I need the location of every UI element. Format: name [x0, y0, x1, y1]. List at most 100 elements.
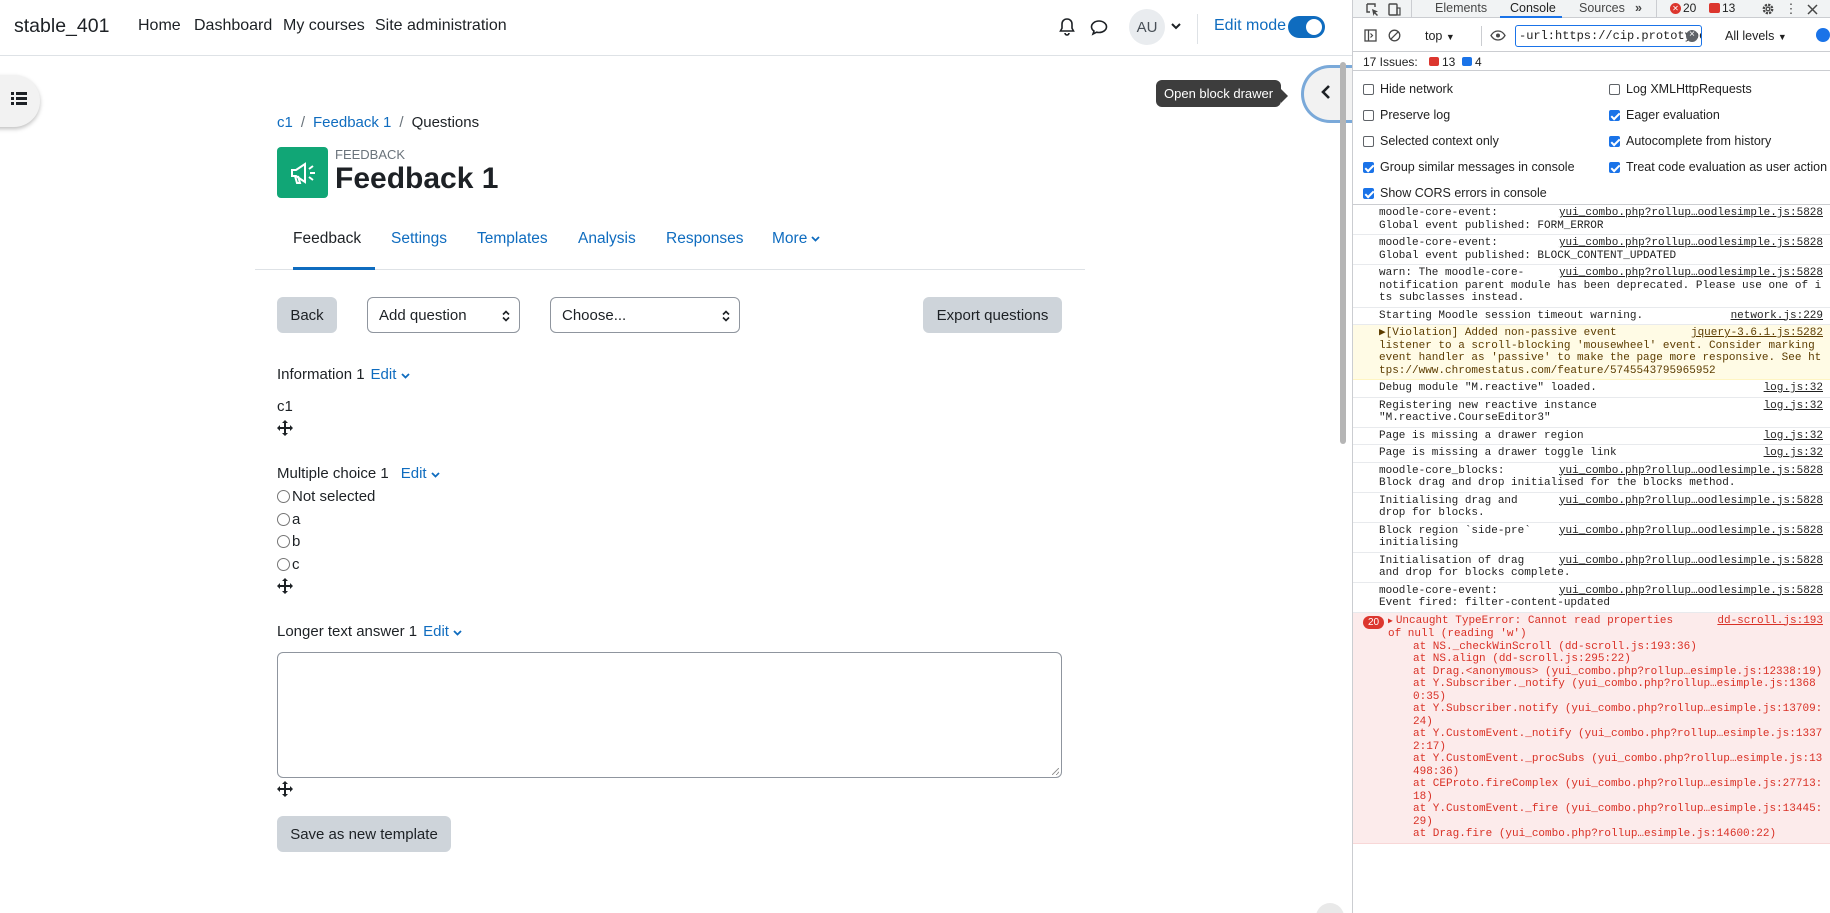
console-log-message[interactable]: moodle-core-event: Global event publishe… [1353, 205, 1830, 235]
item-longtext-edit-link[interactable]: Edit [423, 623, 462, 640]
more-tabs-chevron-icon[interactable]: » [1635, 1, 1642, 15]
console-log-message[interactable]: warn: The moodle-core- notification pare… [1353, 265, 1830, 308]
js-context-select[interactable]: top ▼ [1425, 29, 1455, 43]
console-error-message[interactable]: 20 ▶ Uncaught TypeError: Cannot read prope… [1353, 612, 1830, 844]
setting-show-cors[interactable]: Show CORS errors in console [1363, 186, 1547, 200]
radio-option[interactable]: b [277, 533, 300, 550]
course-index-drawer-toggle[interactable] [0, 75, 40, 127]
stack-trace-line[interactable]: at Drag.fire (yui_combo.php?rollup…esimp… [1388, 828, 1825, 841]
console-warning-message[interactable]: ▶[Violation] Added non-passive event lis… [1353, 325, 1830, 380]
stack-trace-line[interactable]: at CEProto.fireComplex (yui_combo.php?ro… [1388, 778, 1825, 803]
stack-trace-line[interactable]: at Drag.<anonymous> (yui_combo.php?rollu… [1388, 666, 1825, 679]
radio-option[interactable]: c [277, 556, 300, 573]
save-as-new-template-button[interactable]: Save as new template [277, 816, 451, 852]
devtools-tab-console[interactable]: Console [1510, 1, 1556, 15]
devtools-tab-elements[interactable]: Elements [1435, 1, 1487, 15]
checkbox[interactable] [1363, 135, 1374, 147]
console-log-message[interactable]: moodle-core-event: Global event publishe… [1353, 235, 1830, 265]
checkbox[interactable] [1363, 161, 1374, 173]
setting-log-xmlhttprequests[interactable]: Log XMLHttpRequests [1609, 82, 1752, 96]
checkbox[interactable] [1609, 161, 1620, 173]
settings-gear-icon[interactable] [1760, 1, 1776, 17]
tab-templates[interactable]: Templates [477, 230, 548, 248]
radio-button[interactable] [277, 490, 290, 503]
console-messages[interactable]: moodle-core-event: Global event publishe… [1353, 205, 1830, 913]
setting-autocomplete-history[interactable]: Autocomplete from history [1609, 134, 1771, 148]
checkbox[interactable] [1363, 187, 1374, 199]
close-icon[interactable] [1805, 1, 1819, 17]
console-filter-input[interactable]: -url:https://cip.prototype.moodle × [1515, 25, 1702, 47]
move-arrows-icon[interactable] [277, 578, 293, 599]
tab-feedback[interactable]: Feedback [293, 230, 361, 248]
longtext-answer-textarea[interactable] [277, 652, 1062, 778]
console-log-message[interactable]: Page is missing a drawer toggle link log.… [1353, 445, 1830, 463]
console-log-message[interactable]: moodle-core-event: Event fired: filter-c… [1353, 583, 1830, 613]
stack-trace-line[interactable]: at NS._checkWinScroll (dd-scroll.js:193:… [1388, 641, 1825, 654]
back-button[interactable]: Back [277, 297, 337, 333]
checkbox[interactable] [1609, 135, 1620, 147]
stack-trace-line[interactable]: at Y.CustomEvent._notify (yui_combo.php?… [1388, 728, 1825, 753]
clear-filter-icon[interactable]: × [1686, 30, 1698, 42]
console-log-message[interactable]: Starting Moodle session timeout warning.… [1353, 308, 1830, 325]
edit-mode-toggle[interactable] [1288, 16, 1325, 38]
console-source-link[interactable]: yui_combo.php?rollup…oodlesimple.js:5828 [1555, 207, 1823, 220]
nav-dashboard[interactable]: Dashboard [194, 17, 272, 35]
nav-home[interactable]: Home [138, 17, 181, 35]
device-toolbar-icon[interactable] [1387, 2, 1401, 16]
nav-site-administration[interactable]: Site administration [375, 17, 507, 35]
console-source-link[interactable]: log.js:32 [1760, 400, 1823, 413]
breadcrumb-course[interactable]: c1 [277, 114, 293, 131]
console-log-message[interactable]: Debug module "M.reactive" loaded. log.js:… [1353, 380, 1830, 398]
radio-button[interactable] [277, 513, 290, 526]
setting-selected-context-only[interactable]: Selected context only [1363, 134, 1499, 148]
export-questions-button[interactable]: Export questions [923, 297, 1062, 333]
console-source-link[interactable]: dd-scroll.js:193 [1713, 614, 1823, 627]
item-information-edit-link[interactable]: Edit [371, 366, 410, 383]
setting-treat-code-eval[interactable]: Treat code evaluation as user action [1609, 160, 1827, 174]
page-scrollbar[interactable] [1340, 62, 1346, 444]
console-log-message[interactable]: moodle-core_blocks: Block drag and drop … [1353, 463, 1830, 493]
stack-trace-line[interactable]: at Y.Subscriber.notify (yui_combo.php?ro… [1388, 703, 1825, 728]
checkbox[interactable] [1363, 109, 1374, 121]
console-source-link[interactable]: log.js:32 [1760, 430, 1823, 443]
setting-preserve-log[interactable]: Preserve log [1363, 108, 1450, 122]
console-source-link[interactable]: yui_combo.php?rollup…oodlesimple.js:5828 [1555, 237, 1823, 250]
console-source-link[interactable]: network.js:229 [1727, 310, 1823, 323]
checkbox[interactable] [1609, 109, 1620, 121]
console-log-message[interactable]: Initialisation of drag and drop for bloc… [1353, 553, 1830, 583]
issue-count-badge[interactable]: 13 [1709, 1, 1735, 15]
user-avatar[interactable]: AU [1129, 9, 1165, 45]
console-log-message[interactable]: Registering new reactive instance "M.rea… [1353, 398, 1830, 428]
clear-console-icon[interactable] [1387, 28, 1401, 42]
setting-hide-network[interactable]: Hide network [1363, 82, 1453, 96]
nav-my-courses[interactable]: My courses [283, 17, 365, 35]
console-log-message[interactable]: Block region `side-pre` initialising yui_… [1353, 523, 1830, 553]
messages-chat-icon[interactable] [1088, 16, 1110, 38]
add-question-select[interactable]: Add question [367, 297, 520, 333]
kebab-menu-icon[interactable]: ⋮ [1785, 1, 1798, 17]
log-levels-select[interactable]: All levels ▼ [1725, 29, 1787, 43]
radio-button[interactable] [277, 535, 290, 548]
inspect-element-icon[interactable] [1365, 2, 1379, 16]
breadcrumb-activity[interactable]: Feedback 1 [313, 114, 391, 131]
devtools-tab-sources[interactable]: Sources [1579, 1, 1625, 15]
tab-responses[interactable]: Responses [666, 230, 744, 248]
radio-option[interactable]: Not selected [277, 488, 375, 505]
checkbox[interactable] [1609, 83, 1620, 95]
item-multichoice-edit-link[interactable]: Edit [401, 465, 440, 482]
checkbox[interactable] [1363, 83, 1374, 95]
console-source-link[interactable]: yui_combo.php?rollup…oodlesimple.js:5828 [1555, 495, 1823, 508]
stack-trace-line[interactable]: at NS.align (dd-scroll.js:295:22) [1388, 653, 1825, 666]
notifications-bell-icon[interactable] [1057, 16, 1077, 38]
move-arrows-icon[interactable] [277, 420, 293, 441]
tab-settings[interactable]: Settings [391, 230, 447, 248]
move-arrows-icon[interactable] [277, 781, 293, 802]
console-source-link[interactable]: log.js:32 [1760, 447, 1823, 460]
radio-button[interactable] [277, 558, 290, 571]
stack-trace-line[interactable]: at Y.CustomEvent._fire (yui_combo.php?ro… [1388, 803, 1825, 828]
stack-trace-line[interactable]: at Y.CustomEvent._procSubs (yui_combo.ph… [1388, 753, 1825, 778]
live-expression-eye-icon[interactable] [1489, 28, 1507, 42]
console-source-link[interactable]: log.js:32 [1760, 382, 1823, 395]
stack-trace-line[interactable]: at Y.Subscriber._notify (yui_combo.php?r… [1388, 678, 1825, 703]
tab-analysis[interactable]: Analysis [578, 230, 636, 248]
